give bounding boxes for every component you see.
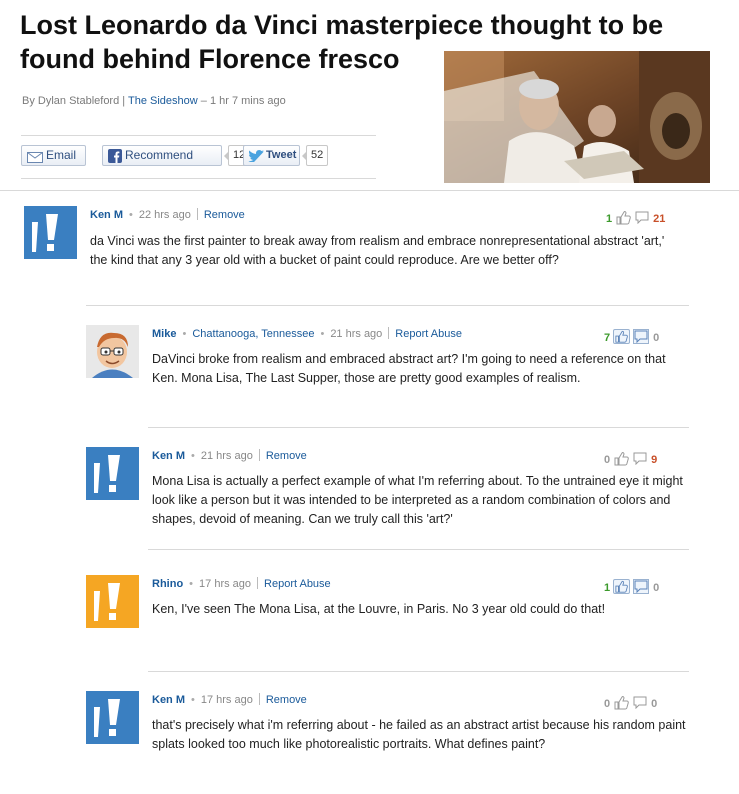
tweet-count: 52 xyxy=(301,145,329,166)
vote-controls: 70 xyxy=(604,329,659,345)
comment-divider xyxy=(148,671,689,672)
byline-time: – 1 hr 7 mins ago xyxy=(200,95,286,107)
avatar xyxy=(24,206,77,259)
comment-bubble-icon[interactable] xyxy=(635,211,649,225)
downvote-count: 21 xyxy=(653,213,666,225)
vote-controls: 00 xyxy=(604,695,657,711)
comment-divider xyxy=(86,305,689,306)
thumbs-up-icon[interactable] xyxy=(615,210,632,225)
downvote-count: 9 xyxy=(651,454,658,466)
upvote-count: 1 xyxy=(604,582,611,594)
comment-meta: Mike • Chattanooga, Tennessee • 21 hrs ago Re… xyxy=(152,327,462,340)
thumbs-up-icon[interactable] xyxy=(613,451,630,466)
avatar xyxy=(86,447,139,500)
email-label: Email xyxy=(46,148,77,162)
comment-location: Chattanooga, Tennessee xyxy=(192,328,315,340)
headline-line-1: Lost Leonardo da Vinci masterpiece thoug… xyxy=(20,10,664,40)
email-button[interactable]: Email xyxy=(21,145,86,166)
vote-controls: 1 21 xyxy=(606,210,665,226)
facebook-icon xyxy=(108,149,122,169)
comment-author[interactable]: Mike xyxy=(152,328,176,340)
comment-author[interactable]: Ken M xyxy=(152,450,185,462)
comment-body: da Vinci was the first painter to break … xyxy=(90,234,665,267)
thumbs-up-icon[interactable] xyxy=(613,579,631,594)
recommend-label: Recommend xyxy=(125,148,194,162)
avatar-mike xyxy=(86,325,139,378)
comment-body: that's precisely what i'm referring abou… xyxy=(152,718,686,751)
report-abuse-link[interactable]: Report Abuse xyxy=(264,578,331,590)
comment-bubble-icon[interactable] xyxy=(633,579,650,594)
avatar xyxy=(86,691,139,744)
recommend-button[interactable]: Recommend xyxy=(102,145,222,166)
byline-author: By Dylan Stableford | xyxy=(22,95,126,107)
byline-source-link[interactable]: The Sideshow xyxy=(128,95,198,107)
comment-divider xyxy=(148,427,689,428)
divider-top xyxy=(21,135,376,136)
comment-author[interactable]: Ken M xyxy=(90,209,123,221)
byline: By Dylan Stableford | The Sideshow – 1 h… xyxy=(22,95,286,107)
comment-body: Mona Lisa is actually a perfect example … xyxy=(152,474,683,526)
remove-link[interactable]: Remove xyxy=(204,209,245,221)
downvote-count: 0 xyxy=(651,698,658,710)
vote-controls: 09 xyxy=(604,451,657,467)
comment-time: 17 hrs ago xyxy=(199,578,252,590)
comment-time: 21 hrs ago xyxy=(200,450,253,462)
vote-controls: 10 xyxy=(604,579,659,595)
comments-divider xyxy=(0,190,739,191)
remove-link[interactable]: Remove xyxy=(266,450,307,462)
upvote-count: 0 xyxy=(604,454,611,466)
downvote-count: 0 xyxy=(653,582,660,594)
article-photo xyxy=(444,51,710,183)
twitter-bird-icon xyxy=(248,150,264,169)
comment-body: Ken, I've seen The Mona Lisa, at the Lou… xyxy=(152,602,606,616)
comment-body: DaVinci broke from realism and embraced … xyxy=(152,352,666,385)
comment-time: 22 hrs ago xyxy=(138,209,191,221)
comment-meta: Ken M • 17 hrs ago Remove xyxy=(152,693,307,706)
comment-meta: Rhino • 17 hrs ago Report Abuse xyxy=(152,577,331,590)
remove-link[interactable]: Remove xyxy=(266,694,307,706)
downvote-count: 0 xyxy=(653,332,660,344)
tweet-button[interactable]: Tweet xyxy=(243,145,300,166)
comment-time: 21 hrs ago xyxy=(330,328,383,340)
envelope-icon xyxy=(27,150,43,169)
comment-meta: Ken M • 21 hrs ago Remove xyxy=(152,449,307,462)
thumbs-up-icon[interactable] xyxy=(613,695,630,710)
comment-time: 17 hrs ago xyxy=(200,694,253,706)
comment-meta: Ken M • 22 hrs ago Remove xyxy=(90,208,245,221)
comment-bubble-icon[interactable] xyxy=(633,452,647,466)
thumbs-up-icon[interactable] xyxy=(613,329,631,344)
comment-bubble-icon[interactable] xyxy=(633,329,650,344)
divider-bottom xyxy=(21,178,376,179)
upvote-count: 7 xyxy=(604,332,611,344)
comment-author[interactable]: Ken M xyxy=(152,694,185,706)
comment-divider xyxy=(148,549,689,550)
comment-bubble-icon[interactable] xyxy=(633,696,647,710)
upvote-count: 0 xyxy=(604,698,611,710)
tweet-label: Tweet xyxy=(266,149,297,161)
upvote-count: 1 xyxy=(606,213,613,225)
report-abuse-link[interactable]: Report Abuse xyxy=(395,328,462,340)
avatar xyxy=(86,575,139,628)
comment-author[interactable]: Rhino xyxy=(152,578,183,590)
